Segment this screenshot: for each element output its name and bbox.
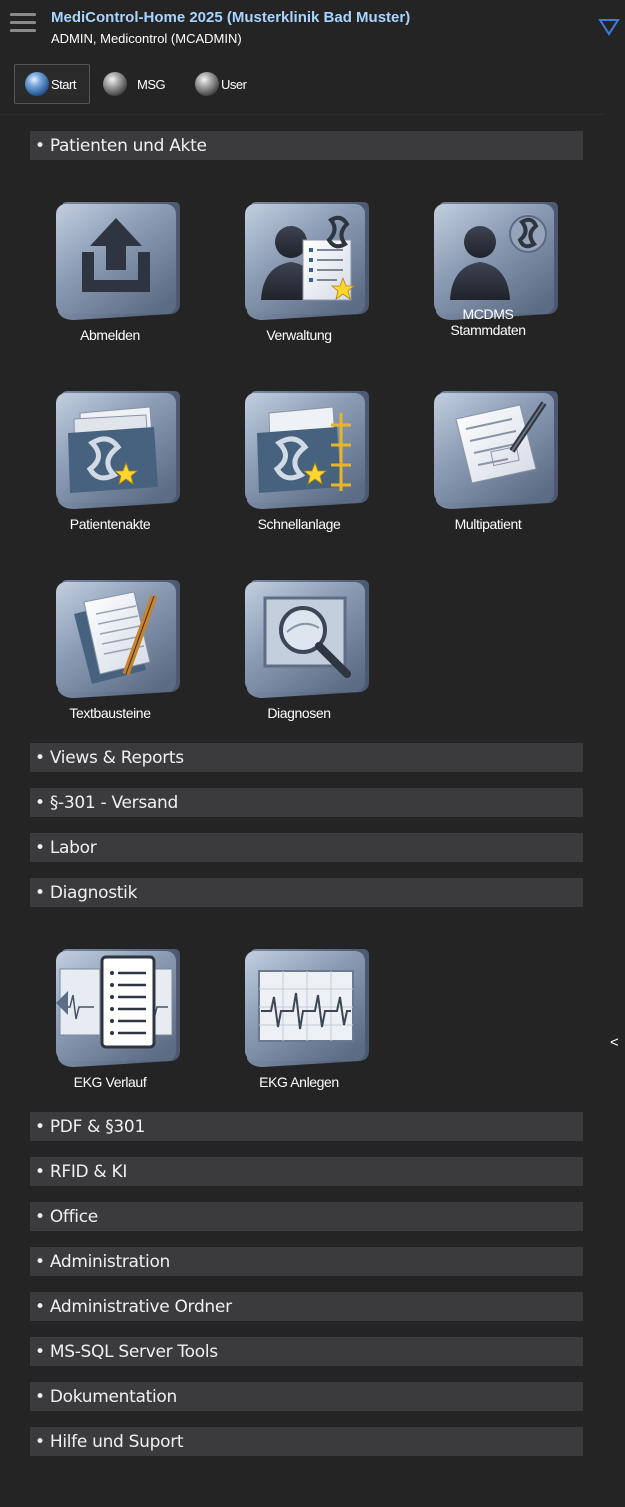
tile-abmelden[interactable]: Abmelden xyxy=(30,200,190,360)
section-office[interactable]: • Office xyxy=(30,1202,583,1231)
tile-verwaltung[interactable]: Verwaltung xyxy=(219,200,379,360)
tile-label-line1: MCDMS xyxy=(462,306,514,322)
section-rfid-ki[interactable]: • RFID & KI xyxy=(30,1157,583,1186)
tile-label: Textbausteine xyxy=(69,705,151,721)
section-label: • PDF & §301 xyxy=(35,1117,145,1137)
mode-switcher: Start MSG User xyxy=(0,60,625,110)
tile-multipatient[interactable]: Multipatient xyxy=(408,389,568,549)
tile-mcdms-stammdaten[interactable]: MCDMS Stammdaten xyxy=(408,200,568,360)
mode-msg-label: MSG xyxy=(137,76,166,92)
orb-blue-icon xyxy=(25,72,49,96)
orb-gray-icon xyxy=(103,72,127,96)
section-label: • Labor xyxy=(35,838,97,858)
mode-user-button[interactable]: User xyxy=(195,64,247,104)
section-label: • MS-SQL Server Tools xyxy=(35,1342,218,1362)
section-label: • Views & Reports xyxy=(35,748,184,768)
tile-label: EKG Verlauf xyxy=(73,1074,147,1090)
tile-patientenakte[interactable]: Patientenakte xyxy=(30,389,190,549)
patient-admin-icon xyxy=(245,202,369,320)
tile-label-line2: Stammdaten xyxy=(450,322,526,338)
section-label: • §-301 - Versand xyxy=(35,793,178,813)
section-label: • Diagnostik xyxy=(35,883,138,903)
section-label: • Administration xyxy=(35,1252,171,1272)
section-301-versand[interactable]: • §-301 - Versand xyxy=(30,788,583,817)
tile-textbausteine[interactable]: Textbausteine xyxy=(30,578,190,738)
patient-masterdata-icon xyxy=(434,202,558,320)
section-labor[interactable]: • Labor xyxy=(30,833,583,862)
triangle-down-icon[interactable] xyxy=(598,18,620,36)
ecg-history-icon xyxy=(56,949,180,1067)
section-dokumentation[interactable]: • Dokumentation xyxy=(30,1382,583,1411)
tile-label: Multipatient xyxy=(454,516,522,532)
hamburger-icon[interactable] xyxy=(10,13,36,33)
user-info: ADMIN, Medicontrol (MCADMIN) xyxy=(51,31,242,46)
app-header: MediControl-Home 2025 (Musterklinik Bad … xyxy=(0,0,625,60)
form-pen-icon xyxy=(434,391,558,509)
section-label: • Office xyxy=(35,1207,98,1227)
section-label: • Patienten und Akte xyxy=(35,136,207,156)
mode-start-label: Start xyxy=(51,76,76,92)
tile-label: Verwaltung xyxy=(266,327,332,343)
divider xyxy=(0,114,605,115)
section-hilfe-und-suport[interactable]: • Hilfe und Suport xyxy=(30,1427,583,1456)
tile-label: Schnellanlage xyxy=(257,516,341,532)
tile-label: MCDMS Stammdaten xyxy=(398,306,578,338)
mode-msg-button[interactable]: MSG xyxy=(103,64,166,104)
section-administrative-ordner[interactable]: • Administrative Ordner xyxy=(30,1292,583,1321)
quick-create-folder-icon xyxy=(245,391,369,509)
section-diagnostik[interactable]: • Diagnostik xyxy=(30,878,583,907)
app-title: MediControl-Home 2025 (Musterklinik Bad … xyxy=(51,9,411,26)
tile-ekg-verlauf[interactable]: EKG Verlauf xyxy=(30,947,190,1107)
tile-diagnosen[interactable]: Diagnosen xyxy=(219,578,379,738)
section-views-reports[interactable]: • Views & Reports xyxy=(30,743,583,772)
patient-folder-icon xyxy=(56,391,180,509)
tile-label: EKG Anlegen xyxy=(259,1074,339,1090)
collapse-panel-icon[interactable]: < xyxy=(610,1034,619,1051)
magnifier-screen-icon xyxy=(245,580,369,698)
section-ms-sql-server-tools[interactable]: • MS-SQL Server Tools xyxy=(30,1337,583,1366)
ecg-create-icon xyxy=(245,949,369,1067)
mode-start-button[interactable]: Start xyxy=(14,64,90,104)
tile-ekg-anlegen[interactable]: EKG Anlegen xyxy=(219,947,379,1107)
section-label: • RFID & KI xyxy=(35,1162,128,1182)
section-label: • Administrative Ordner xyxy=(35,1297,232,1317)
section-patienten-und-akte[interactable]: • Patienten und Akte xyxy=(30,131,583,160)
section-pdf-301[interactable]: • PDF & §301 xyxy=(30,1112,583,1141)
mode-user-label: User xyxy=(221,76,247,92)
section-administration[interactable]: • Administration xyxy=(30,1247,583,1276)
tile-label: Patientenakte xyxy=(69,516,151,532)
notepad-pencil-icon xyxy=(56,580,180,698)
tile-schnellanlage[interactable]: Schnellanlage xyxy=(219,389,379,549)
section-label: • Dokumentation xyxy=(35,1387,177,1407)
tile-label: Diagnosen xyxy=(267,705,331,721)
section-label: • Hilfe und Suport xyxy=(35,1432,184,1452)
tile-label: Abmelden xyxy=(80,327,140,343)
logout-upload-icon xyxy=(56,202,180,320)
orb-gray-icon xyxy=(195,72,219,96)
